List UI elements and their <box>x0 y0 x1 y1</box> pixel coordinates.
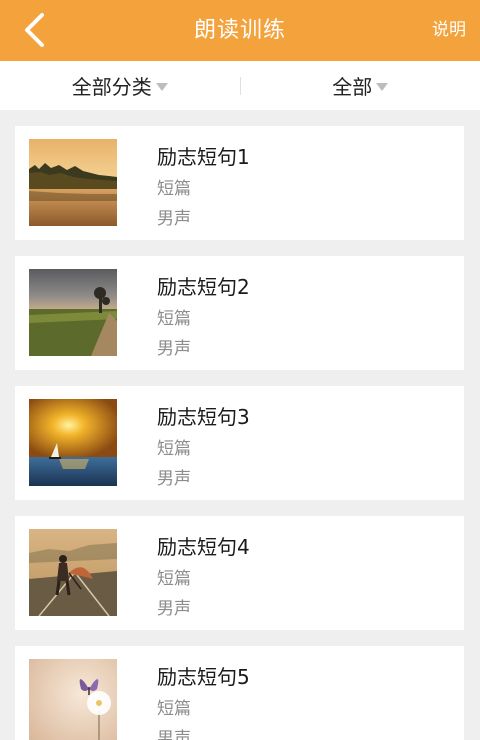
list-item[interactable]: 励志短句5 短篇 男声 <box>15 646 464 740</box>
item-type: 短篇 <box>157 309 191 329</box>
field-road-thumbnail <box>29 269 117 356</box>
help-button[interactable]: 说明 <box>432 0 466 61</box>
scope-filter-label: 全部 <box>332 75 373 99</box>
item-voice: 男声 <box>157 339 191 359</box>
woman-umbrella-thumbnail <box>29 529 117 616</box>
item-voice: 男声 <box>157 599 191 619</box>
page-title: 朗读训练 <box>193 18 286 43</box>
scope-filter-dropdown[interactable]: 全部 <box>241 61 480 110</box>
item-title: 励志短句4 <box>157 535 250 559</box>
item-type: 短篇 <box>157 569 191 589</box>
list-item[interactable]: 励志短句2 短篇 男声 <box>15 256 464 370</box>
app-screen: 朗读训练 说明 全部分类 全部 励志短句1 短篇 男声 励志短句2 短篇 男声 … <box>0 0 480 740</box>
butterfly-flower-thumbnail <box>29 659 117 740</box>
item-type: 短篇 <box>157 699 191 719</box>
sailboat-sunset-thumbnail <box>29 399 117 486</box>
item-title: 励志短句1 <box>157 145 250 169</box>
item-voice: 男声 <box>157 209 191 229</box>
item-title: 励志短句2 <box>157 275 250 299</box>
item-type: 短篇 <box>157 439 191 459</box>
item-voice: 男声 <box>157 729 191 740</box>
item-title: 励志短句3 <box>157 405 250 429</box>
item-voice: 男声 <box>157 469 191 489</box>
top-bar: 朗读训练 说明 <box>0 0 480 61</box>
caret-down-icon <box>376 82 389 91</box>
list-item[interactable]: 励志短句4 短篇 男声 <box>15 516 464 630</box>
item-type: 短篇 <box>157 179 191 199</box>
lake-sunset-thumbnail <box>29 139 117 226</box>
list-item[interactable]: 励志短句1 短篇 男声 <box>15 126 464 240</box>
caret-down-icon <box>155 82 168 91</box>
category-filter-dropdown[interactable]: 全部分类 <box>0 61 240 110</box>
category-filter-label: 全部分类 <box>71 75 152 99</box>
filter-bar: 全部分类 全部 <box>0 61 480 110</box>
item-title: 励志短句5 <box>157 665 250 689</box>
list-item[interactable]: 励志短句3 短篇 男声 <box>15 386 464 500</box>
